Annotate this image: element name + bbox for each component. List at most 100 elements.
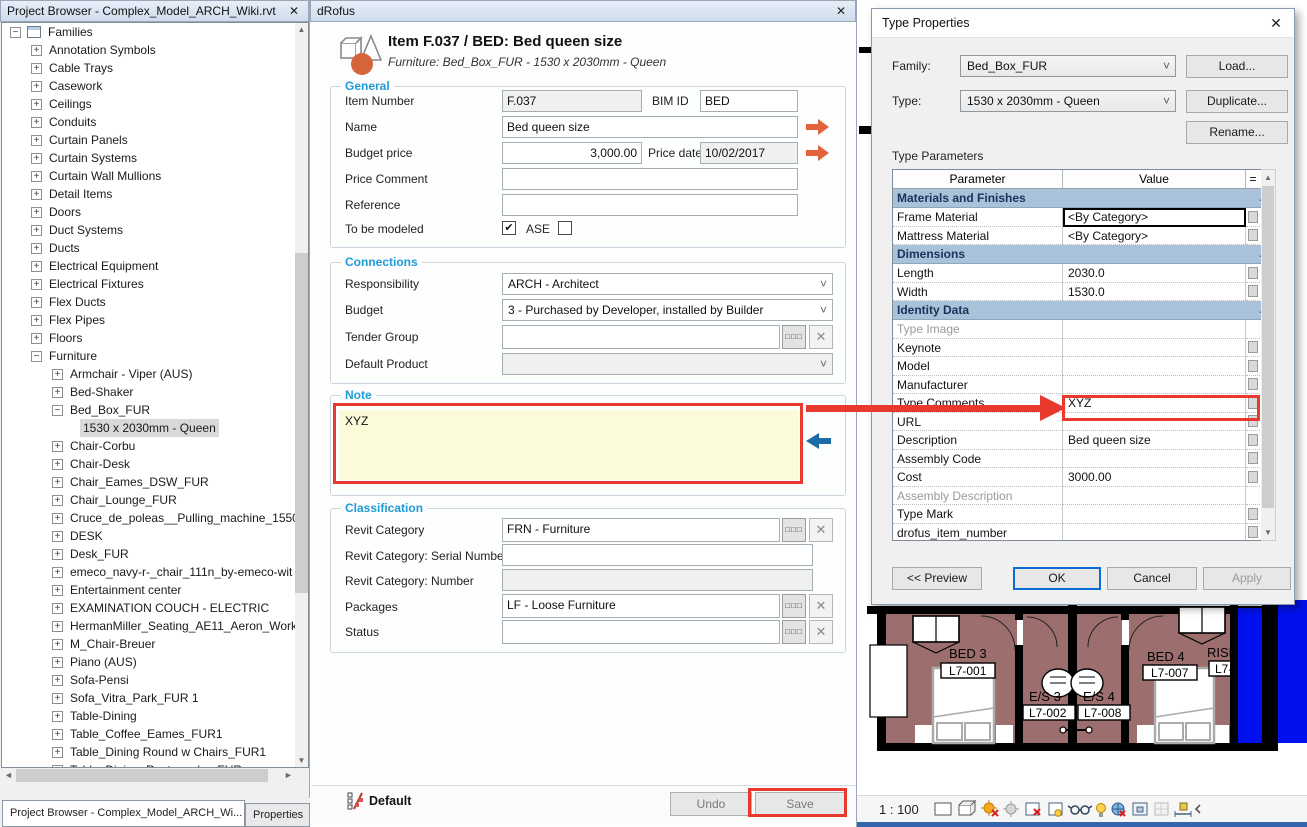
budget-select[interactable]: 3 - Purchased by Developer, installed by… [502,299,833,321]
floor-plan[interactable]: BED 3 L7-001 E/S 3 L7-002 E/S 4 L7-008 B… [857,595,1307,797]
expand-icon[interactable]: + [31,45,42,56]
tree-item-label[interactable]: Piano (AUS) [70,653,137,671]
parameter-value[interactable] [1063,376,1246,395]
tab-project-browser[interactable]: Project Browser - Complex_Model_ARCH_Wi.… [2,800,245,827]
tree-item-chair-desk[interactable]: +Chair-Desk [2,455,308,473]
scroll-up-icon[interactable]: ▲ [1261,173,1275,182]
tree-item-label[interactable]: Furniture [49,347,97,365]
parameter-value[interactable] [1063,413,1246,432]
packages-browse-button[interactable]: □□□ [782,594,806,618]
name-field[interactable]: Bed queen size [502,116,798,138]
tree-item-label[interactable]: Sofa_Vitra_Park_FUR 1 [70,689,199,707]
collapse-icon[interactable]: − [10,27,21,38]
price-date-field[interactable]: 10/02/2017 [700,142,798,164]
revit-category-clear-button[interactable]: ✕ [809,518,833,542]
tree-item-label[interactable]: Sofa-Pensi [70,671,129,689]
tree-item-label[interactable]: Bed-Shaker [70,383,133,401]
analytical-model-icon[interactable] [1155,803,1168,815]
scrollbar-thumb[interactable] [1262,186,1274,508]
expand-icon[interactable]: + [52,585,63,596]
cancel-button[interactable]: Cancel [1107,567,1197,590]
tree-item-label[interactable]: HermanMiller_Seating_AE11_Aeron_Work [70,617,297,635]
expand-icon[interactable]: + [31,297,42,308]
worksharing-display-icon[interactable] [1112,803,1125,816]
expand-icon[interactable]: + [52,603,63,614]
associate-parameter-button[interactable] [1248,341,1258,353]
tree-item-label[interactable]: Curtain Wall Mullions [49,167,161,185]
rename-button[interactable]: Rename... [1186,121,1288,144]
undo-button[interactable]: Undo [670,792,752,816]
parameter-value[interactable] [1063,357,1246,376]
expand-icon[interactable]: + [52,639,63,650]
tree-item-label[interactable]: 1530 x 2030mm - Queen [80,419,219,437]
tree-item-table-coffee-eames-fur1[interactable]: +Table_Coffee_Eames_FUR1 [2,725,308,743]
save-button[interactable]: Save [755,792,845,816]
tree-item-label[interactable]: Families [48,23,93,41]
expand-icon[interactable]: + [52,531,63,542]
visual-style-icon[interactable] [959,801,975,815]
tree-item-label[interactable]: Duct Systems [49,221,123,239]
associate-parameter-button[interactable] [1248,267,1258,279]
tree-item-label[interactable]: Electrical Fixtures [49,275,144,293]
tree-item-label[interactable]: Table-Dining [70,707,137,725]
tender-group-field[interactable] [502,325,780,349]
expand-icon[interactable]: + [52,621,63,632]
expand-icon[interactable]: + [31,279,42,290]
associate-parameter-button[interactable] [1248,508,1258,520]
tree-item-label[interactable]: Chair_Lounge_FUR [70,491,177,509]
tree-horizontal-scrollbar[interactable]: ◄ ► [1,768,296,783]
tree-item-label[interactable]: Doors [49,203,81,221]
tree-item-label[interactable]: Conduits [49,113,96,131]
tree-item-label[interactable]: Cruce_de_poleas__Pulling_machine_1550 [70,509,299,527]
expand-icon[interactable]: + [31,99,42,110]
tree-item-label[interactable]: Flex Ducts [49,293,106,311]
temporary-view-properties-icon[interactable] [1133,803,1147,815]
associate-parameter-button[interactable] [1248,378,1258,390]
expand-icon[interactable]: + [31,63,42,74]
shadows-icon[interactable] [1003,801,1019,817]
tree-item-electrical-fixtures[interactable]: + Electrical Fixtures [2,275,308,293]
packages-field[interactable]: LF - Loose Furniture [502,594,780,618]
revit-category-browse-button[interactable]: □□□ [782,518,806,542]
apply-button[interactable]: Apply [1203,567,1291,590]
tree-item-casework[interactable]: +Casework [2,77,308,95]
tree-item-label[interactable]: Electrical Equipment [49,257,158,275]
sun-path-icon[interactable] [981,800,998,816]
table-scrollbar[interactable]: ▲ ▼ [1261,169,1276,541]
tree-item-hermanmiller-seating-ae11-aeron-work[interactable]: + HermanMiller_Seating_AE11_Aeron_Work [2,617,308,635]
ase-checkbox[interactable] [558,221,572,235]
expand-icon[interactable]: + [52,513,63,524]
parameter-value[interactable]: <By Category> [1063,227,1246,246]
status-clear-button[interactable]: ✕ [809,620,833,644]
expand-icon[interactable]: + [31,333,42,344]
tree-item-table-dining-rectangular-fur[interactable]: +Table_Dining_Rectangular_FUR [2,761,308,768]
associate-parameter-button[interactable] [1248,229,1258,241]
tree-item-floors[interactable]: +Floors [2,329,308,347]
type-select[interactable]: 1530 x 2030mm - Queen [960,90,1176,112]
tree-item-armchair-viper-aus[interactable]: +Armchair - Viper (AUS) [2,365,308,383]
reference-field[interactable] [502,194,798,216]
crop-region-icon[interactable] [1049,803,1062,816]
tree-item-piano-aus[interactable]: +Piano (AUS) [2,653,308,671]
close-icon[interactable]: ✕ [1268,15,1284,32]
expand-icon[interactable]: + [31,153,42,164]
expand-icon[interactable]: + [52,693,63,704]
parameter-value[interactable] [1063,320,1246,339]
tree-item-chair-eames-dsw-fur[interactable]: +Chair_Eames_DSW_FUR [2,473,308,491]
collapse-icon[interactable]: − [52,405,63,416]
tree-item-ceilings[interactable]: +Ceilings [2,95,308,113]
to-be-modeled-checkbox[interactable]: ✔ [502,221,516,235]
tree-item-families[interactable]: − Families [2,23,308,41]
responsibility-select[interactable]: ARCH - Architect [502,273,833,295]
tab-properties[interactable]: Properties [245,803,310,827]
tree-item-curtain-panels[interactable]: +Curtain Panels [2,131,308,149]
tree-item-annotation-symbols[interactable]: +Annotation Symbols [2,41,308,59]
tree-item-detail-items[interactable]: +Detail Items [2,185,308,203]
tree-item-emeco-navy-r-chair-111n-by-emeco-wit[interactable]: +emeco_navy-r-_chair_111n_by-emeco-wit [2,563,308,581]
bim-id-field[interactable]: BED [700,90,798,112]
collapse-icon[interactable]: − [31,351,42,362]
associate-parameter-button[interactable] [1248,471,1258,483]
tree-item-flex-ducts[interactable]: + Flex Ducts [2,293,308,311]
serial-number-field[interactable] [502,544,813,566]
family-select[interactable]: Bed_Box_FUR [960,55,1176,77]
